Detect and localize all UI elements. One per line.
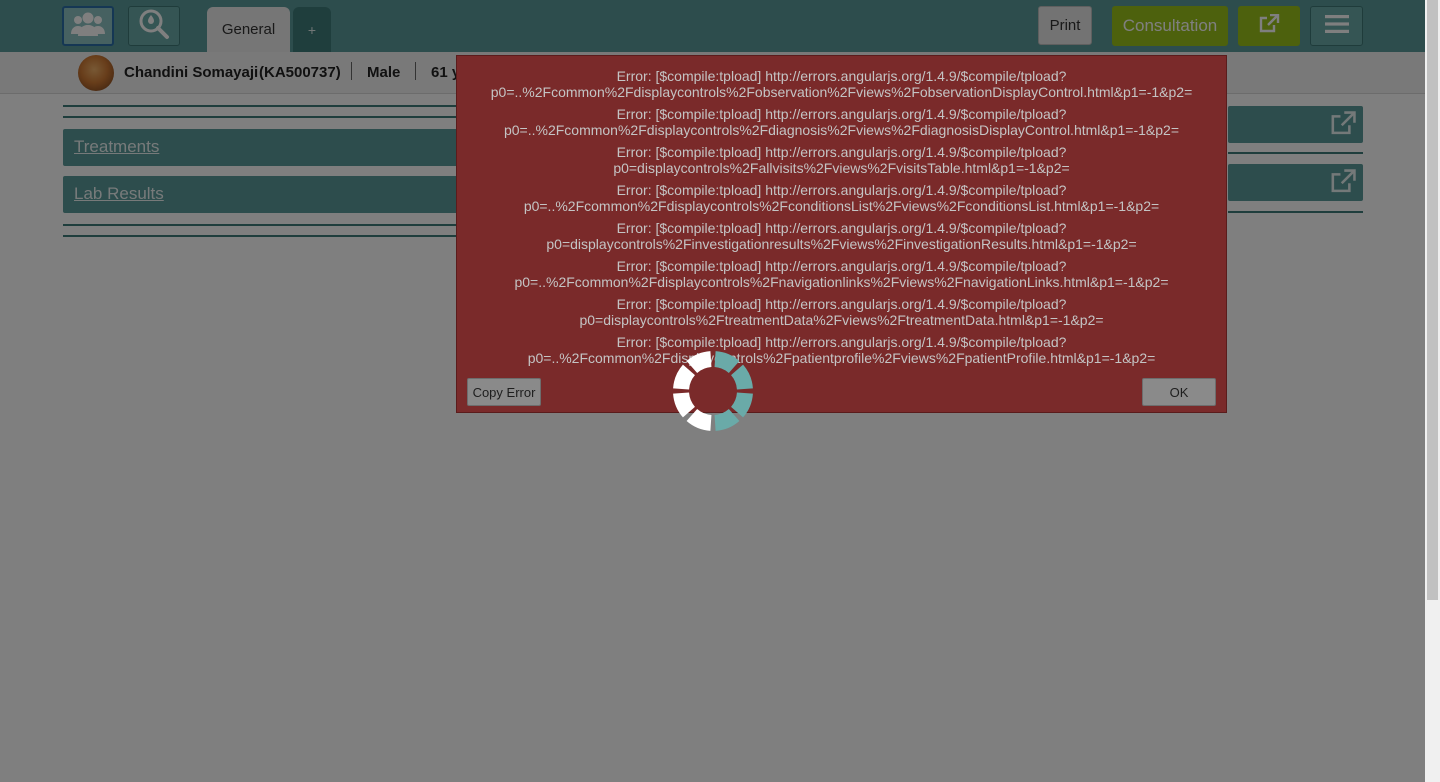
loading-spinner-icon: [673, 351, 753, 431]
copy-error-button[interactable]: Copy Error: [467, 378, 541, 406]
ok-button[interactable]: OK: [1142, 378, 1216, 406]
spinner-segment: [714, 409, 740, 431]
error-line: Error: [$compile:tpload] http://errors.a…: [616, 68, 1067, 84]
error-line: Error: [$compile:tpload] http://errors.a…: [616, 258, 1067, 274]
error-line: p0=displaycontrols%2FtreatmentData%2Fvie…: [579, 311, 1104, 328]
error-message: Error: [$compile:tpload] http://errors.a…: [457, 220, 1226, 252]
error-line: p0=..%2Fcommon%2Fdisplaycontrols%2Fcondi…: [523, 197, 1160, 214]
error-line: Error: [$compile:tpload] http://errors.a…: [616, 106, 1067, 122]
spinner-segment: [673, 392, 695, 418]
error-line: Error: [$compile:tpload] http://errors.a…: [616, 296, 1067, 312]
error-message: Error: [$compile:tpload] http://errors.a…: [457, 68, 1226, 100]
error-message: Error: [$compile:tpload] http://errors.a…: [457, 106, 1226, 138]
error-line: p0=..%2Fcommon%2Fdisplaycontrols%2Fpatie…: [527, 349, 1156, 366]
error-message: Error: [$compile:tpload] http://errors.a…: [457, 182, 1226, 214]
page-scrollbar[interactable]: [1425, 0, 1440, 782]
error-line: Error: [$compile:tpload] http://errors.a…: [616, 334, 1067, 350]
spinner-segment: [731, 364, 753, 390]
scrollbar-thumb[interactable]: [1427, 0, 1438, 600]
error-list: Error: [$compile:tpload] http://errors.a…: [457, 68, 1226, 373]
error-line: p0=..%2Fcommon%2Fdisplaycontrols%2Fobser…: [490, 83, 1193, 100]
error-line: Error: [$compile:tpload] http://errors.a…: [616, 144, 1067, 160]
error-dialog: Error: [$compile:tpload] http://errors.a…: [456, 55, 1227, 413]
error-message: Error: [$compile:tpload] http://errors.a…: [457, 258, 1226, 290]
error-message: Error: [$compile:tpload] http://errors.a…: [457, 296, 1226, 328]
error-line: p0=..%2Fcommon%2Fdisplaycontrols%2Fnavig…: [514, 273, 1169, 290]
spinner-segment: [686, 351, 712, 373]
spinner-segment: [714, 351, 740, 373]
error-line: Error: [$compile:tpload] http://errors.a…: [616, 182, 1067, 198]
error-message: Error: [$compile:tpload] http://errors.a…: [457, 334, 1226, 366]
error-line: Error: [$compile:tpload] http://errors.a…: [616, 220, 1067, 236]
spinner-segment: [686, 409, 712, 431]
spinner-segment: [731, 392, 753, 418]
error-message: Error: [$compile:tpload] http://errors.a…: [457, 144, 1226, 176]
spinner-segment: [673, 364, 695, 390]
error-line: p0=..%2Fcommon%2Fdisplaycontrols%2Fdiagn…: [503, 121, 1180, 138]
error-line: p0=displaycontrols%2Finvestigationresult…: [546, 235, 1137, 252]
error-line: p0=displaycontrols%2Fallvisits%2Fviews%2…: [613, 159, 1070, 176]
